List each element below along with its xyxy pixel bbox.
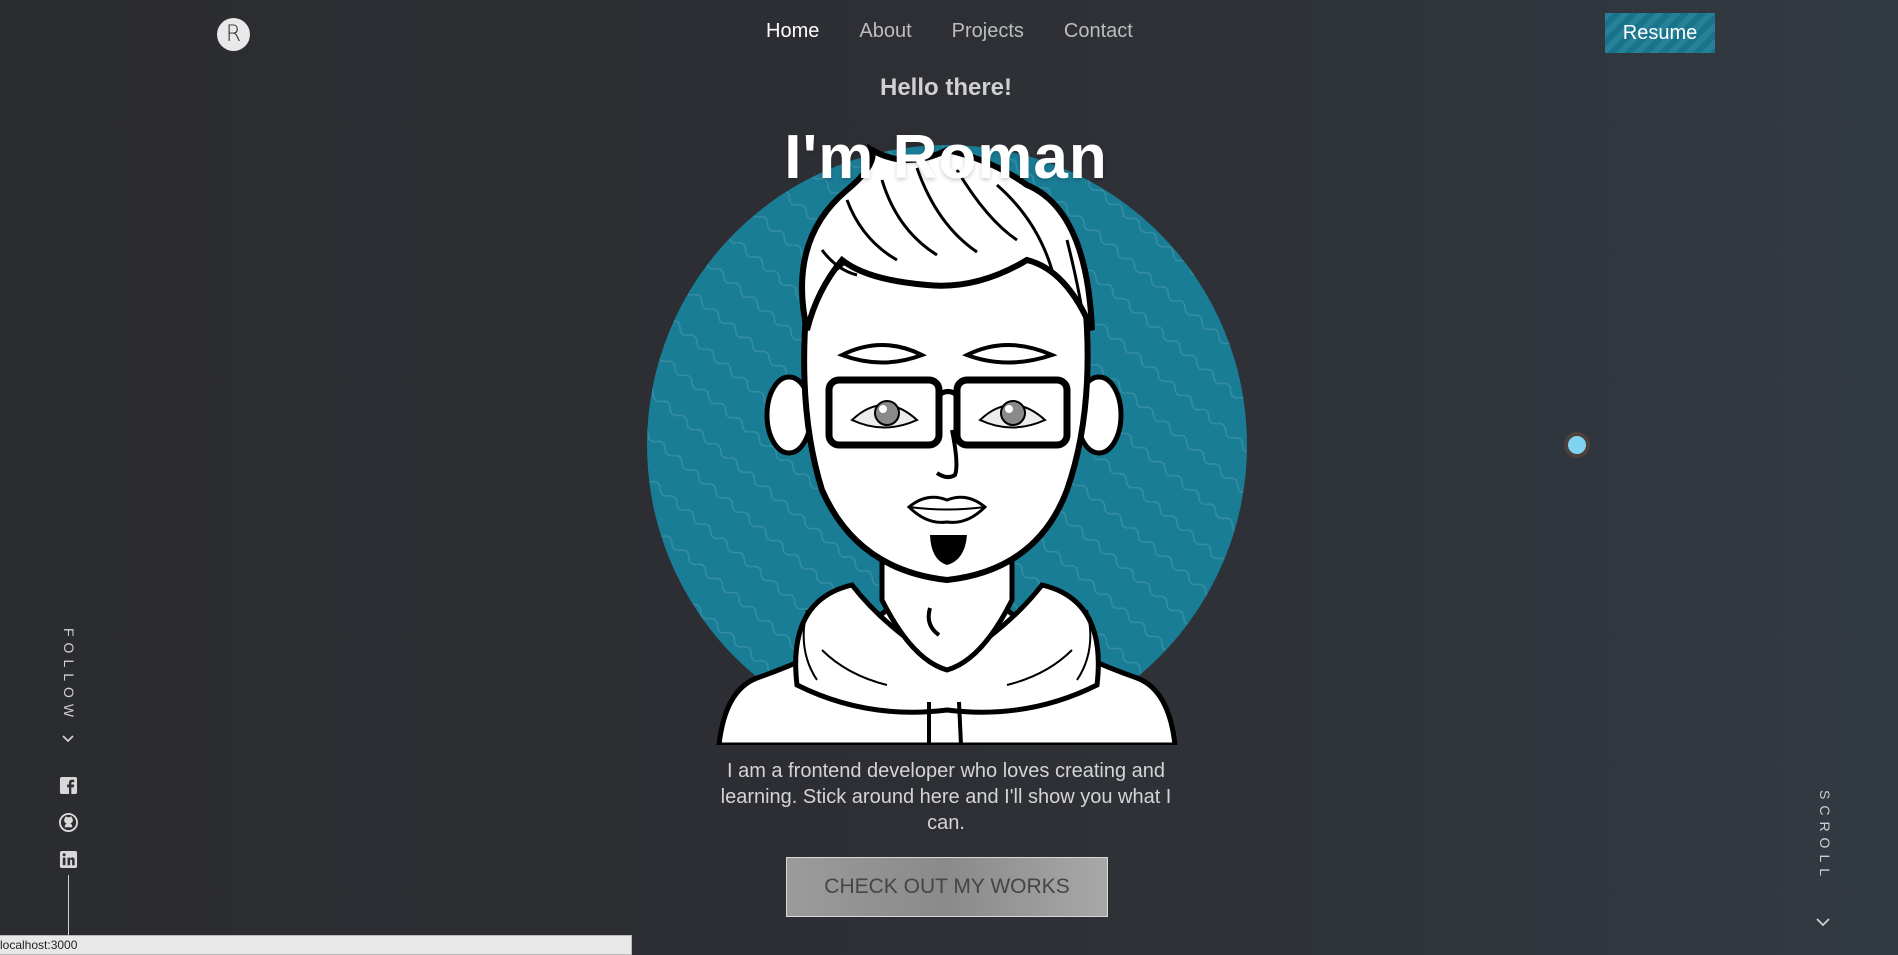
logo[interactable]: R [217, 18, 250, 51]
resume-button[interactable]: Resume [1605, 13, 1715, 53]
nav-about[interactable]: About [859, 20, 911, 43]
chevron-down-icon [62, 735, 74, 743]
hero-greeting: Hello there! [879, 74, 1013, 101]
follow-label: FOLLOW [61, 628, 77, 724]
linkedin-icon[interactable] [59, 850, 78, 869]
hero-title: I'm Roman [784, 123, 1108, 192]
avatar-illustration [716, 143, 1178, 745]
scroll-label: SCROLL [1817, 790, 1833, 883]
main-nav: Home About Projects Contact [766, 20, 1133, 43]
check-out-works-button[interactable]: CHECK OUT MY WORKS [786, 857, 1108, 917]
github-icon[interactable] [59, 813, 78, 832]
nav-projects[interactable]: Projects [952, 20, 1024, 43]
status-bar-url: localhost:3000 [0, 935, 632, 955]
nav-home[interactable]: Home [766, 20, 819, 43]
custom-cursor [1568, 436, 1586, 454]
hero-bio: I am a frontend developer who loves crea… [720, 760, 1172, 834]
chevron-down-icon[interactable] [1815, 914, 1831, 930]
nav-contact[interactable]: Contact [1064, 20, 1133, 43]
facebook-icon[interactable] [59, 776, 78, 795]
